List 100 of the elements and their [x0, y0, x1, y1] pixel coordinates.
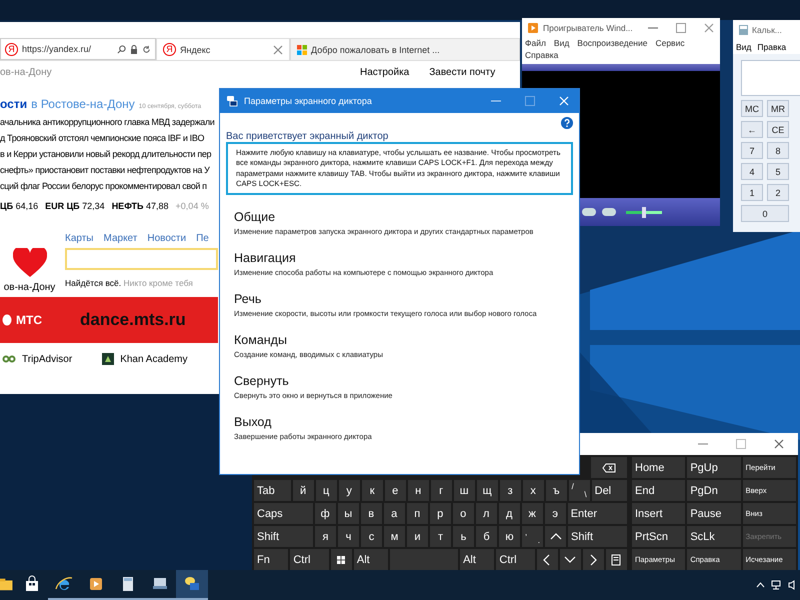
keyboard-key[interactable]: [560, 549, 581, 570]
keyboard-key[interactable]: Ctrl: [496, 549, 535, 570]
browser-tab[interactable]: Я Яндекс: [156, 38, 290, 60]
calculator-key[interactable]: 7: [741, 142, 763, 159]
keyboard-key[interactable]: э: [544, 503, 566, 524]
calculator-key[interactable]: 0: [741, 205, 789, 222]
keyboard-key[interactable]: Del: [592, 480, 628, 501]
news-heading[interactable]: ости: [0, 97, 28, 111]
header-link[interactable]: Настройка: [360, 66, 410, 78]
keyboard-key[interactable]: с: [361, 526, 382, 547]
keyboard-key[interactable]: и: [407, 526, 428, 547]
calculator-key[interactable]: 8: [767, 142, 789, 159]
help-icon[interactable]: [561, 117, 573, 129]
keyboard-key[interactable]: й: [292, 480, 314, 501]
keyboard-key[interactable]: ScLk: [687, 526, 741, 547]
menu-item[interactable]: Файл: [525, 38, 546, 48]
bookmark-link[interactable]: Khan Academy: [102, 353, 188, 365]
news-link[interactable]: д Трояновский отстоял чемпионские пояса IBF и IBO: [0, 133, 218, 143]
keyboard-key[interactable]: ш: [454, 480, 475, 501]
keyboard-key[interactable]: Caps: [254, 503, 313, 524]
search-field[interactable]: [65, 248, 218, 270]
keyboard-key[interactable]: Enter: [568, 503, 628, 524]
calculator-key[interactable]: MC: [741, 100, 763, 117]
settings-link[interactable]: Навигация: [234, 251, 573, 265]
header-link[interactable]: Завести почту: [429, 66, 496, 78]
service-link[interactable]: Карты: [65, 233, 94, 244]
close-icon[interactable]: [774, 439, 784, 449]
keyboard-key[interactable]: п: [406, 503, 428, 524]
keyboard-key[interactable]: PgDn: [687, 480, 741, 501]
keyboard-key[interactable]: ф: [314, 503, 336, 524]
keyboard-key[interactable]: [606, 549, 627, 570]
menu-item[interactable]: Сервис: [655, 38, 685, 48]
keyboard-key[interactable]: к: [362, 480, 383, 501]
service-link[interactable]: Маркет: [104, 233, 138, 244]
menu-item[interactable]: Вид: [554, 38, 570, 48]
keyboard-key[interactable]: ю: [499, 526, 520, 547]
maximize-icon[interactable]: [676, 23, 686, 33]
ad-banner[interactable]: МТС dance.mts.ru: [0, 297, 218, 343]
keyboard-key[interactable]: / \: [568, 480, 590, 501]
keyboard-key[interactable]: ц: [316, 480, 337, 501]
calculator-key[interactable]: 2: [767, 184, 789, 201]
keyboard-key[interactable]: PgUp: [687, 457, 741, 478]
calculator-key[interactable]: 1: [741, 184, 763, 201]
browser-tab[interactable]: Добро пожаловать в Internet ...: [290, 38, 520, 60]
settings-link[interactable]: Команды: [234, 333, 573, 347]
volume-icon[interactable]: [788, 580, 796, 590]
keyboard-key[interactable]: е: [384, 480, 406, 501]
keyboard-key[interactable]: [536, 549, 558, 570]
menu-item[interactable]: Воспроизведение: [577, 38, 648, 48]
keyboard-key[interactable]: р: [430, 503, 451, 524]
slider-thumb[interactable]: [642, 206, 646, 218]
service-link[interactable]: Новости: [147, 233, 186, 244]
keyboard-key[interactable]: PrtScn: [632, 526, 686, 547]
calculator-key[interactable]: 5: [767, 163, 789, 180]
settings-link[interactable]: Выход: [234, 415, 573, 429]
refresh-icon[interactable]: [142, 44, 151, 54]
close-icon[interactable]: [704, 23, 714, 33]
keyboard-key[interactable]: Ctrl: [290, 549, 329, 570]
keyboard-key[interactable]: м: [384, 526, 405, 547]
settings-link[interactable]: Свернуть: [234, 374, 573, 388]
chevron-up-icon[interactable]: [756, 582, 765, 588]
keyboard-key[interactable]: ь: [453, 526, 474, 547]
news-link[interactable]: снефть» приостановит поставки нефтепродуктов на У: [0, 165, 218, 175]
calculator-key[interactable]: 4: [741, 163, 763, 180]
keyboard-key[interactable]: н: [408, 480, 429, 501]
stop-icon[interactable]: [582, 208, 596, 216]
news-link[interactable]: ачальника антикоррупционного главка МВД задержали: [0, 117, 218, 127]
keyboard-key[interactable]: Shift: [568, 526, 627, 547]
keyboard-key[interactable]: о: [452, 503, 474, 524]
menu-item[interactable]: Вид: [736, 42, 752, 52]
calculator-key[interactable]: ←: [741, 121, 763, 138]
keyboard-key[interactable]: у: [338, 480, 360, 501]
keyboard-key[interactable]: я: [315, 526, 336, 547]
backspace-key[interactable]: [591, 457, 627, 478]
keyboard-key[interactable]: [582, 549, 604, 570]
keyboard-key[interactable]: щ: [476, 480, 498, 501]
keyboard-key[interactable]: Alt: [354, 549, 388, 570]
keyboard-key[interactable]: т: [430, 526, 451, 547]
keyboard-key[interactable]: в: [360, 503, 382, 524]
keyboard-key[interactable]: [330, 549, 352, 570]
keyboard-key[interactable]: Insert: [632, 503, 686, 524]
news-link[interactable]: в и Керри установили новый рекорд длительности пер: [0, 149, 218, 159]
search-icon[interactable]: [117, 44, 126, 54]
keyboard-key[interactable]: Fn: [254, 549, 288, 570]
keyboard-key[interactable]: ч: [338, 526, 359, 547]
keyboard-key[interactable]: б: [476, 526, 497, 547]
news-link[interactable]: сций флаг России белорус прокомментировал свой п: [0, 181, 218, 191]
bookmark-link[interactable]: TripAdvisor: [2, 353, 72, 365]
menu-item[interactable]: Правка: [757, 42, 786, 52]
keyboard-key[interactable]: д: [498, 503, 520, 524]
calculator-key[interactable]: MR: [767, 100, 789, 117]
keyboard-key[interactable]: End: [632, 480, 686, 501]
keyboard-key[interactable]: ж: [522, 503, 543, 524]
menu-item[interactable]: Справка: [525, 50, 558, 60]
keyboard-key[interactable]: Alt: [460, 549, 494, 570]
keyboard-key[interactable]: г: [430, 480, 452, 501]
keyboard-key[interactable]: , .: [522, 526, 543, 547]
keyboard-key[interactable]: Home: [632, 457, 686, 478]
keyboard-key[interactable]: а: [384, 503, 405, 524]
keyboard-key[interactable]: л: [476, 503, 497, 524]
